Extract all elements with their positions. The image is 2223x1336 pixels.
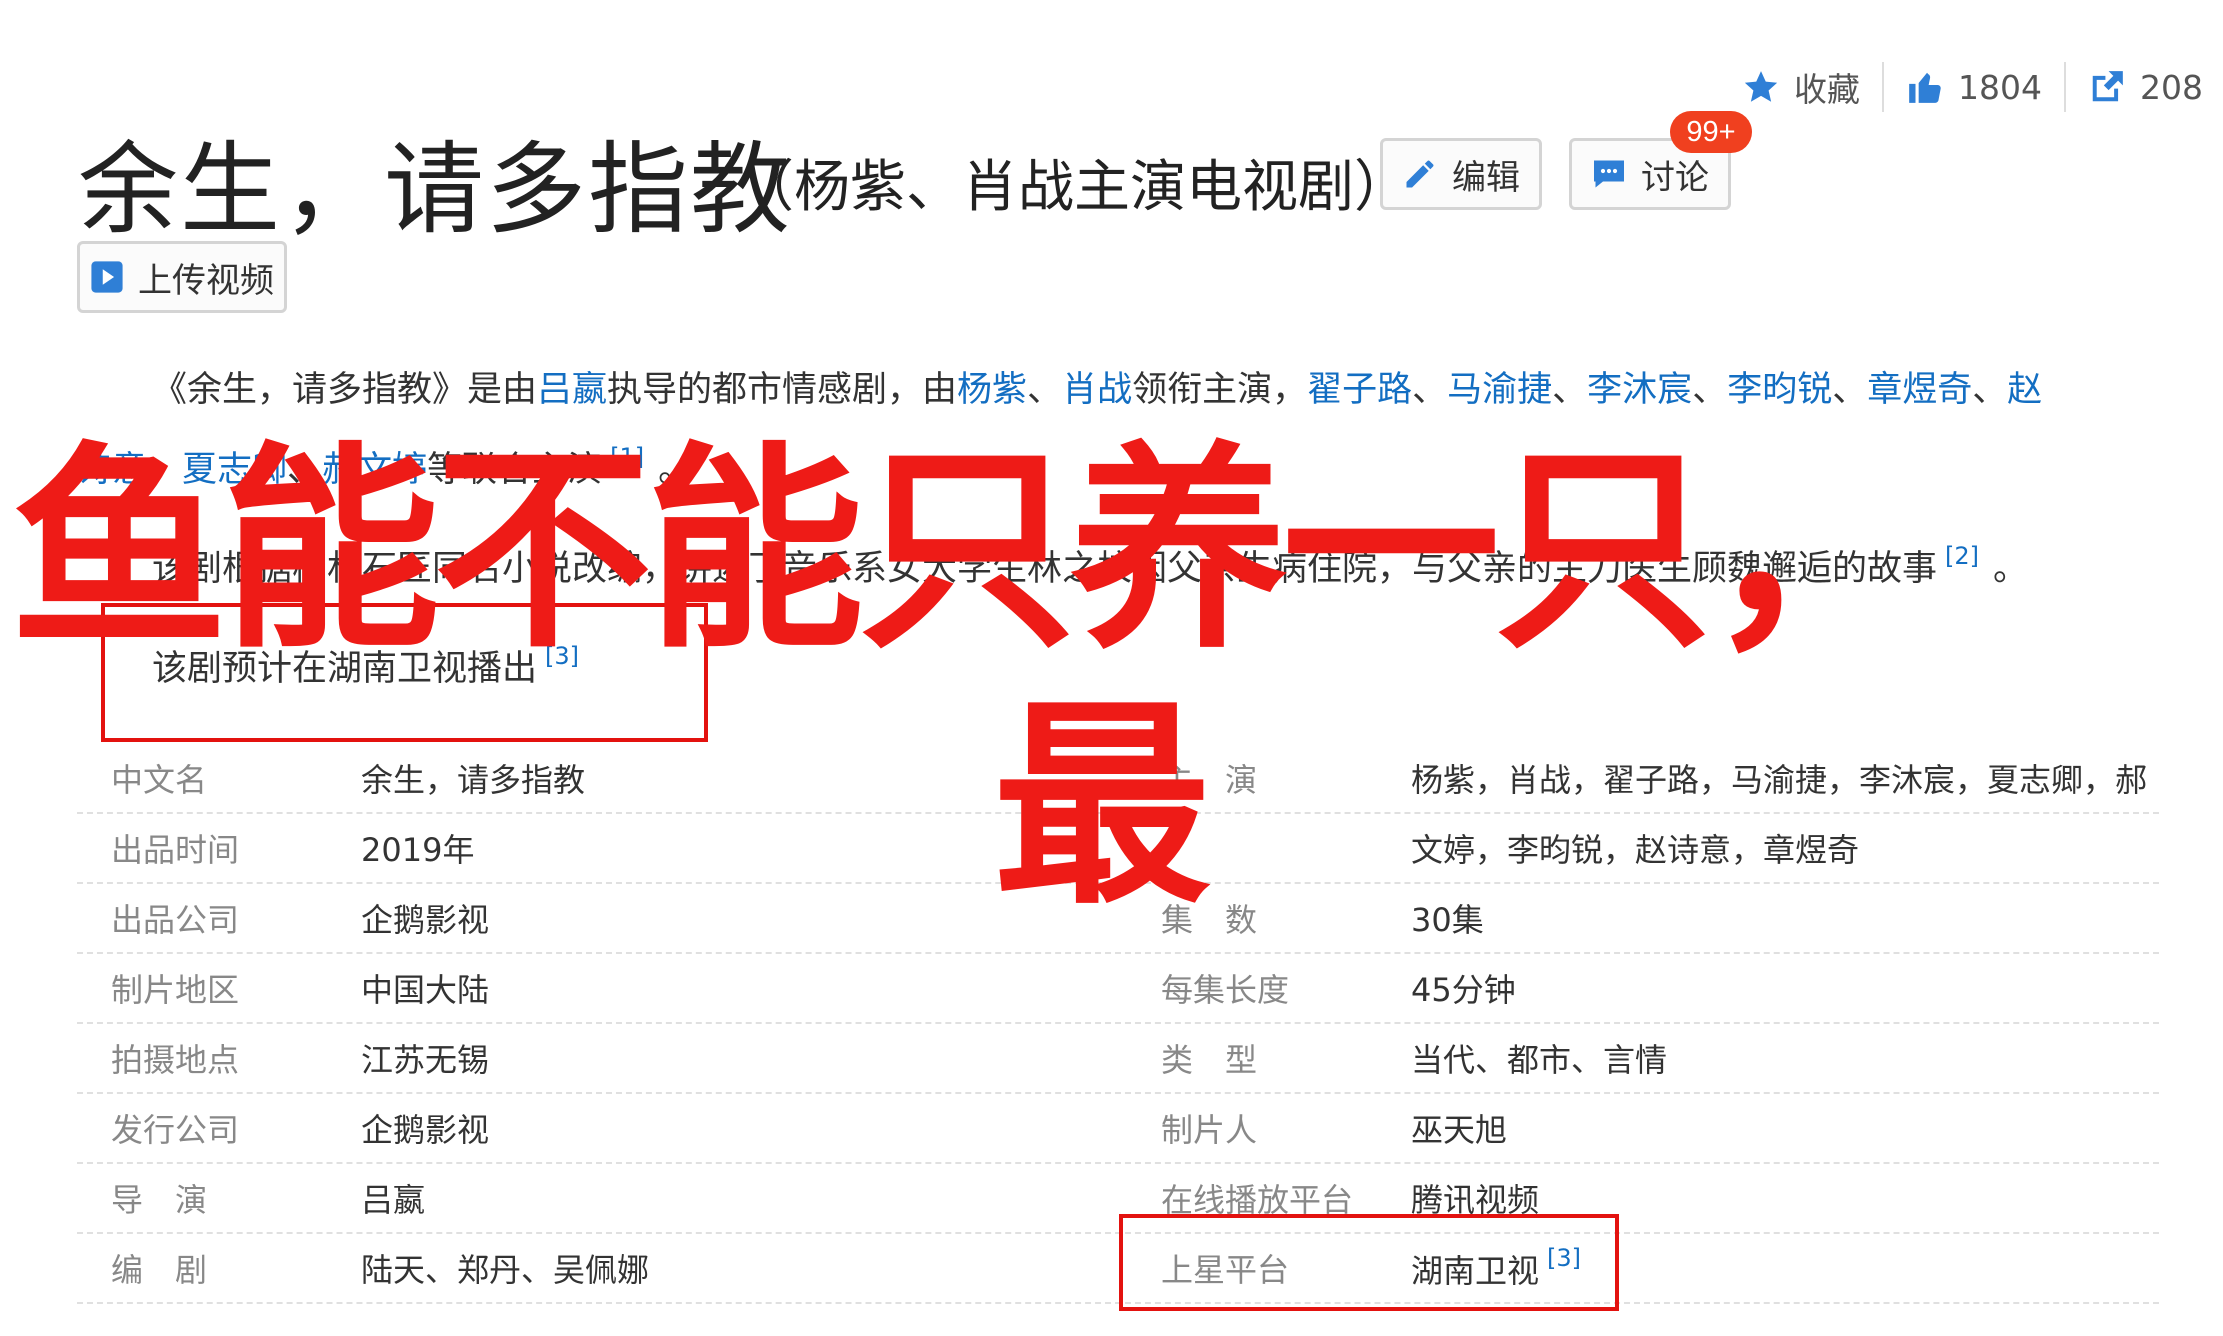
separator: 、: [1692, 370, 1728, 410]
star-icon: [1744, 71, 1778, 102]
link-actor[interactable]: 翟子路: [1307, 370, 1412, 410]
separator: 、: [1552, 370, 1588, 410]
table-value: 江苏无锡: [361, 1041, 490, 1079]
table-label: 出品公司: [111, 901, 240, 939]
table-value: 巫天旭: [1411, 1111, 1508, 1149]
table-label: 导 演: [111, 1181, 208, 1219]
share-count: 208: [2140, 67, 2203, 107]
period: 。: [1993, 549, 2029, 589]
separator: 、: [1832, 370, 1868, 410]
link-actor[interactable]: 杨紫: [957, 370, 1027, 410]
table-value: 企鹅影视: [361, 1111, 490, 1149]
intro-text: 领衔主演，: [1132, 370, 1308, 410]
like-button[interactable]: 1804: [1906, 68, 2042, 107]
overlay-caption-line-2: 最: [993, 681, 1211, 934]
intro-line-1: 《余生，请多指教》是由吕嬴执导的都市情感剧，由杨紫、肖战领衔主演，翟子路、马渝捷…: [152, 357, 2042, 423]
divider: [1882, 62, 1885, 112]
table-row: 拍摄地点 江苏无锡 类 型 当代、都市、言情: [77, 1024, 2159, 1094]
discuss-count-badge: 99+: [1670, 111, 1752, 153]
table-label: 每集长度: [1161, 971, 1290, 1009]
table-label: 类 型: [1161, 1041, 1258, 1079]
collect-button[interactable]: 收藏: [1742, 63, 1860, 111]
upload-label: 上传视频: [138, 260, 274, 301]
table-value: 当代、都市、言情: [1411, 1041, 1668, 1079]
link-actor[interactable]: 章煜奇: [1867, 370, 1972, 410]
page-stats: 收藏 1804 208: [1742, 62, 2203, 112]
intro-text: 执导的都市情感剧，由: [607, 370, 958, 410]
table-row: 发行公司 企鹅影视 制片人 巫天旭: [77, 1094, 2159, 1164]
divider: [2064, 62, 2066, 112]
table-label: 发行公司: [111, 1111, 240, 1149]
thumbs-up-icon: [1909, 72, 1941, 103]
link-actor[interactable]: 李沐宸: [1587, 370, 1692, 410]
table-value: 45分钟: [1411, 971, 1516, 1009]
edit-label: 编辑: [1452, 157, 1520, 198]
separator: 、: [1412, 370, 1448, 410]
page-subtitle: （杨紫、肖战主演电视剧）: [738, 155, 1410, 220]
link-actor[interactable]: 赵: [2007, 370, 2042, 410]
share-button[interactable]: 208: [2088, 68, 2203, 107]
chat-icon: [1594, 160, 1624, 188]
table-row: 编 剧 陆天、郑丹、吴佩娜 上星平台 湖南卫视 [3]: [77, 1234, 2159, 1304]
discuss-label: 讨论: [1641, 157, 1709, 198]
table-row: 导 演 吕嬴 在线播放平台 腾讯视频: [77, 1164, 2159, 1234]
table-value: 杨紫，肖战，翟子路，马渝捷，李沐宸，夏志卿，郝: [1411, 761, 2148, 799]
table-value: 吕嬴: [361, 1181, 426, 1219]
reference-link[interactable]: [2]: [1945, 542, 1979, 570]
intro-text: 《余生，请多指教》是由: [152, 370, 538, 410]
link-actor[interactable]: 李昀锐: [1727, 370, 1832, 410]
table-label: 制片地区: [111, 971, 240, 1009]
link-actor[interactable]: 肖战: [1062, 370, 1132, 410]
play-icon: [91, 261, 123, 293]
table-value: 中国大陆: [361, 971, 490, 1009]
table-value: 文婷，李昀锐，赵诗意，章煜奇: [1411, 831, 1860, 869]
link-director[interactable]: 吕嬴: [537, 370, 607, 410]
table-label: 编 剧: [111, 1251, 208, 1289]
page-title: 余生，请多指教: [78, 131, 792, 248]
table-label: 制片人: [1161, 1111, 1258, 1149]
like-count: 1804: [1958, 67, 2042, 107]
table-label: 拍摄地点: [111, 1041, 240, 1079]
table-value: 陆天、郑丹、吴佩娜: [361, 1251, 650, 1289]
table-label: 中文名: [111, 761, 208, 799]
highlight-box-platform: [1119, 1214, 1619, 1311]
table-value: 30集: [1411, 901, 1484, 939]
upload-video-button[interactable]: 上传视频: [77, 241, 287, 313]
separator: 、: [1972, 370, 2008, 410]
pencil-icon: [1406, 160, 1434, 188]
link-actor[interactable]: 马渝捷: [1447, 370, 1552, 410]
separator: 、: [1027, 370, 1063, 410]
table-row: 制片地区 中国大陆 每集长度 45分钟: [77, 954, 2159, 1024]
edit-button[interactable]: 编辑: [1380, 138, 1542, 210]
table-label: 出品时间: [111, 831, 240, 869]
share-icon: [2092, 71, 2123, 102]
collect-label: 收藏: [1794, 70, 1861, 109]
overlay-caption-line-1: 鱼能不能只养一只，: [10, 425, 1924, 678]
